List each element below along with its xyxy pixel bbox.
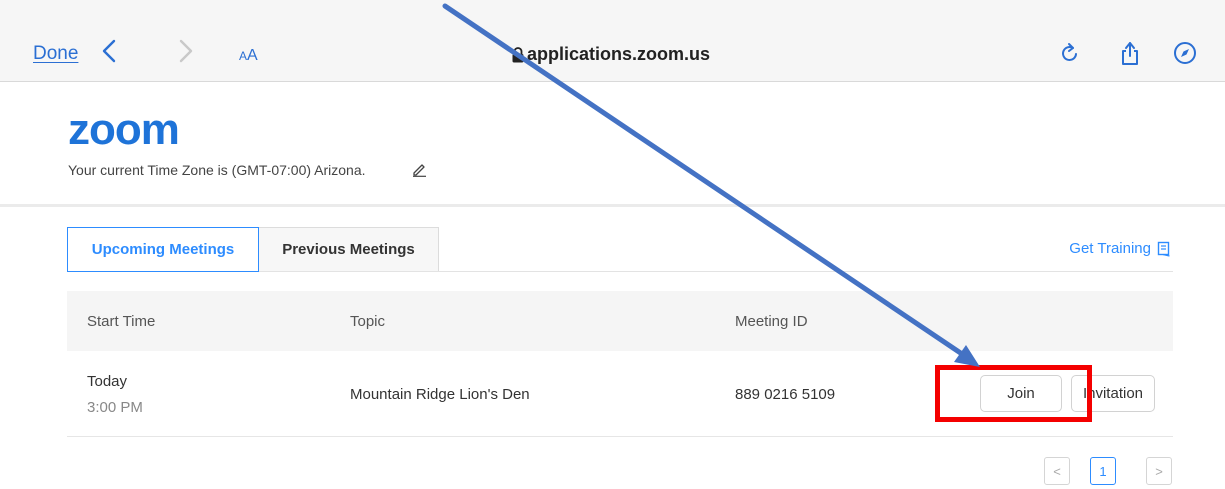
pagination-prev-button[interactable]: < [1044,457,1070,485]
get-training-label: Get Training [1069,240,1151,257]
status-bar [0,0,1225,14]
header-divider [0,204,1225,207]
back-chevron-icon[interactable] [99,38,119,64]
reload-icon[interactable] [1057,40,1083,66]
text-size-small-label: A [239,49,248,63]
column-header-meeting-id: Meeting ID [735,313,808,330]
meetings-table-header: Start Time Topic Meeting ID [67,291,1173,351]
text-size-large-label: A [247,47,258,64]
training-book-icon [1157,241,1170,257]
pagination-page-button[interactable]: 1 [1090,457,1116,485]
edit-pencil-icon[interactable] [411,161,427,177]
meeting-id: 889 0216 5109 [735,386,836,403]
zoom-logo: zoom [68,105,180,154]
tab-previous-meetings[interactable]: Previous Meetings [258,227,439,272]
browser-toolbar: Done AA applications.zoom.us [0,14,1225,82]
meeting-topic[interactable]: Mountain Ridge Lion's Den [350,386,530,403]
address-bar[interactable]: applications.zoom.us [527,44,710,65]
start-time: 3:00 PM [87,399,143,416]
pagination-next-button[interactable]: > [1146,457,1172,485]
column-header-topic: Topic [350,313,386,330]
text-size-button[interactable]: AA [239,47,258,65]
column-header-start-time: Start Time [87,313,156,330]
forward-chevron-icon[interactable] [176,38,196,64]
lock-icon [512,47,524,63]
compass-icon[interactable] [1172,40,1198,66]
join-highlight-box [935,365,1092,422]
tab-upcoming-meetings[interactable]: Upcoming Meetings [67,227,259,272]
timezone-text: Your current Time Zone is (GMT-07:00) Ar… [68,162,366,178]
get-training-link[interactable]: Get Training [1069,240,1171,257]
done-button[interactable]: Done [33,43,78,65]
share-icon[interactable] [1117,40,1143,66]
start-day: Today [87,373,128,390]
